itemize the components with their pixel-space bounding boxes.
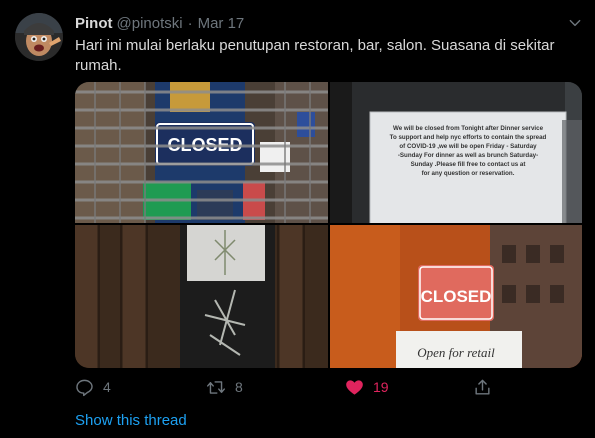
separator: · [187, 14, 193, 32]
notice-line-5: Sunday .Please fill free to contact us a… [411, 161, 526, 168]
avatar-photo [15, 13, 63, 61]
author-name[interactable]: Pinot [75, 15, 113, 32]
tweet-header: Pinot @pinotski · Mar 17 [75, 13, 244, 33]
window-plant-photo [75, 225, 328, 368]
photo-closed-sign-orange[interactable]: CLOSED Open for retail [330, 225, 582, 368]
closed-sign-orange-photo: CLOSED Open for retail [330, 225, 582, 368]
avatar[interactable] [15, 13, 63, 61]
reply-button[interactable]: 4 [75, 376, 111, 398]
notice-line-3: of COVID-19 ,we will be open Friday - Sa… [399, 143, 537, 150]
photo4-note-text: Open for retail [417, 345, 495, 360]
author-handle[interactable]: @pinotski [117, 15, 183, 32]
tweet-text: Hari ini mulai berlaku penutupan restora… [75, 37, 555, 74]
share-button[interactable] [473, 376, 501, 398]
notice-photo: We will be closed from Tonight after Din… [330, 82, 582, 223]
heart-icon [346, 379, 363, 395]
more-options-button[interactable] [565, 13, 585, 33]
share-icon [475, 379, 490, 395]
tweet-date[interactable]: Mar 17 [198, 15, 245, 32]
notice-line-2: To support and help nyc efforts to conta… [390, 134, 547, 141]
reply-count: 4 [103, 379, 111, 395]
like-button[interactable]: 19 [345, 376, 389, 398]
retweet-count: 8 [235, 379, 243, 395]
notice-line-6: for any question or reservation. [422, 170, 515, 177]
chevron-down-icon [569, 19, 581, 27]
retweet-button[interactable]: 8 [206, 376, 243, 398]
reply-icon [76, 379, 93, 396]
notice-line-1: We will be closed from Tonight after Din… [393, 125, 544, 132]
show-thread-link[interactable]: Show this thread [75, 412, 187, 429]
tweet[interactable]: Pinot @pinotski · Mar 17 Hari ini mulai … [0, 0, 595, 438]
tweet-actions: 4 8 19 [75, 376, 575, 398]
photo-window-notice[interactable]: We will be closed from Tonight after Din… [330, 82, 582, 223]
photo4-sign-text: CLOSED [421, 287, 492, 306]
closed-sign-photo: CLOSED [75, 82, 328, 223]
photo-closed-storefront[interactable]: CLOSED [75, 82, 328, 223]
retweet-icon [206, 380, 226, 394]
photo-wooden-door[interactable] [75, 225, 328, 368]
notice-line-4: -Sunday For dinner as well as brunch Sat… [398, 152, 538, 159]
media-grid[interactable]: CLOSED [75, 82, 582, 368]
like-count: 19 [373, 379, 389, 395]
